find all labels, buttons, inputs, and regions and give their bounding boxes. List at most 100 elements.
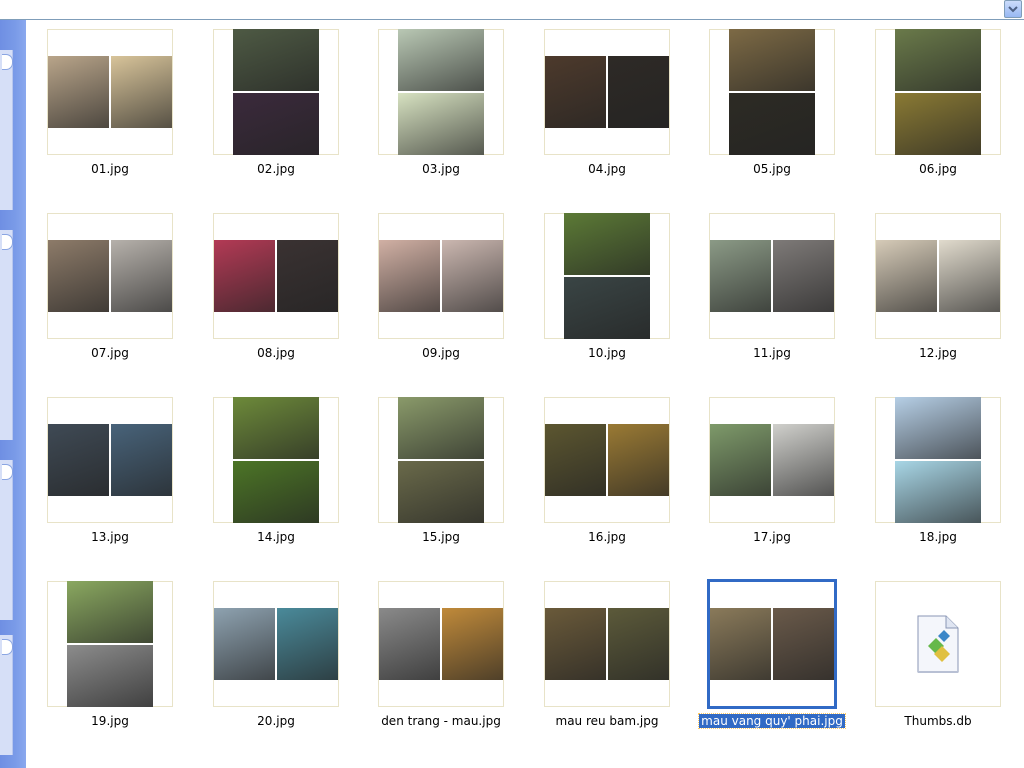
photo-panel bbox=[710, 608, 771, 680]
file-name-text: mau reu bam.jpg bbox=[555, 714, 659, 728]
thumbnail-frame[interactable] bbox=[378, 397, 504, 523]
file-name[interactable]: 09.jpg bbox=[357, 345, 525, 361]
file-item[interactable]: 15.jpg bbox=[357, 388, 517, 568]
photo-panel bbox=[398, 397, 484, 459]
file-name[interactable]: mau vang quy' phai.jpg bbox=[688, 713, 856, 729]
photo-panel bbox=[48, 56, 109, 128]
thumbnail-frame[interactable] bbox=[213, 29, 339, 155]
file-name[interactable]: 02.jpg bbox=[192, 161, 360, 177]
file-name[interactable]: 05.jpg bbox=[688, 161, 856, 177]
photo-panel bbox=[233, 461, 319, 523]
file-name[interactable]: Thumbs.db bbox=[854, 713, 1022, 729]
file-name[interactable]: 13.jpg bbox=[26, 529, 194, 545]
database-file-icon bbox=[917, 615, 959, 673]
file-name[interactable]: 04.jpg bbox=[523, 161, 691, 177]
thumbnail-frame[interactable] bbox=[875, 397, 1001, 523]
thumbnail-frame[interactable] bbox=[378, 29, 504, 155]
file-item[interactable]: mau reu bam.jpg bbox=[523, 572, 683, 752]
file-item[interactable]: 02.jpg bbox=[192, 20, 352, 200]
file-item[interactable]: 06.jpg bbox=[854, 20, 1014, 200]
thumbnail-frame[interactable] bbox=[709, 397, 835, 523]
photo-panel bbox=[545, 424, 606, 496]
photo-panel bbox=[398, 29, 484, 91]
file-name[interactable]: 06.jpg bbox=[854, 161, 1022, 177]
thumbnail-frame[interactable] bbox=[707, 579, 837, 709]
thumbnail-frame[interactable] bbox=[213, 397, 339, 523]
photo-thumbnail bbox=[895, 397, 981, 523]
photo-thumbnail bbox=[48, 424, 172, 496]
photo-panel bbox=[608, 56, 669, 128]
file-name-text: 02.jpg bbox=[257, 162, 295, 176]
file-name[interactable]: 12.jpg bbox=[854, 345, 1022, 361]
file-item[interactable]: 04.jpg bbox=[523, 20, 683, 200]
file-name[interactable]: 18.jpg bbox=[854, 529, 1022, 545]
thumbnail-frame[interactable] bbox=[47, 397, 173, 523]
file-name[interactable]: 16.jpg bbox=[523, 529, 691, 545]
file-item[interactable]: 05.jpg bbox=[688, 20, 848, 200]
file-name[interactable]: 07.jpg bbox=[26, 345, 194, 361]
file-item[interactable]: den trang - mau.jpg bbox=[357, 572, 517, 752]
file-name[interactable]: 11.jpg bbox=[688, 345, 856, 361]
file-name[interactable]: 20.jpg bbox=[192, 713, 360, 729]
thumbnail-frame[interactable] bbox=[544, 581, 670, 707]
thumbnail-frame[interactable] bbox=[544, 397, 670, 523]
file-item[interactable]: 18.jpg bbox=[854, 388, 1014, 568]
file-name-text: den trang - mau.jpg bbox=[381, 714, 501, 728]
photo-panel bbox=[773, 608, 834, 680]
file-item[interactable]: 03.jpg bbox=[357, 20, 517, 200]
thumbnail-frame[interactable] bbox=[213, 213, 339, 339]
thumbnail-frame[interactable] bbox=[378, 581, 504, 707]
thumbnail-frame[interactable] bbox=[544, 29, 670, 155]
file-item[interactable]: 16.jpg bbox=[523, 388, 683, 568]
file-name[interactable]: 03.jpg bbox=[357, 161, 525, 177]
file-item[interactable]: 01.jpg bbox=[26, 20, 186, 200]
photo-thumbnail bbox=[545, 608, 669, 680]
thumbnail-frame[interactable] bbox=[47, 213, 173, 339]
file-name[interactable]: 17.jpg bbox=[688, 529, 856, 545]
file-item[interactable]: 17.jpg bbox=[688, 388, 848, 568]
file-item[interactable]: 09.jpg bbox=[357, 204, 517, 384]
file-item[interactable]: 07.jpg bbox=[26, 204, 186, 384]
file-item[interactable]: 12.jpg bbox=[854, 204, 1014, 384]
thumbnail-frame[interactable] bbox=[378, 213, 504, 339]
thumbnail-frame[interactable] bbox=[709, 29, 835, 155]
photo-panel bbox=[773, 424, 834, 496]
file-name[interactable]: den trang - mau.jpg bbox=[357, 713, 525, 729]
file-item[interactable]: 20.jpg bbox=[192, 572, 352, 752]
photo-thumbnail bbox=[895, 29, 981, 155]
file-name[interactable]: 15.jpg bbox=[357, 529, 525, 545]
address-dropdown-button[interactable] bbox=[1004, 0, 1022, 18]
thumbnail-frame[interactable] bbox=[213, 581, 339, 707]
photo-thumbnail bbox=[379, 240, 503, 312]
file-item[interactable]: 11.jpg bbox=[688, 204, 848, 384]
file-name[interactable]: mau reu bam.jpg bbox=[523, 713, 691, 729]
photo-panel bbox=[214, 608, 275, 680]
file-name[interactable]: 01.jpg bbox=[26, 161, 194, 177]
thumbnail-frame[interactable] bbox=[47, 581, 173, 707]
file-item[interactable]: mau vang quy' phai.jpg bbox=[688, 572, 848, 752]
file-item[interactable]: 19.jpg bbox=[26, 572, 186, 752]
file-name-text: 10.jpg bbox=[588, 346, 626, 360]
file-name-text: 01.jpg bbox=[91, 162, 129, 176]
photo-thumbnail bbox=[545, 424, 669, 496]
file-name-text: 15.jpg bbox=[422, 530, 460, 544]
thumbnail-frame[interactable] bbox=[875, 581, 1001, 707]
chevron-down-icon bbox=[1008, 6, 1018, 13]
file-item[interactable]: 14.jpg bbox=[192, 388, 352, 568]
photo-thumbnail bbox=[564, 213, 650, 339]
file-name[interactable]: 14.jpg bbox=[192, 529, 360, 545]
thumbnail-frame[interactable] bbox=[875, 29, 1001, 155]
file-name[interactable]: 08.jpg bbox=[192, 345, 360, 361]
photo-thumbnail bbox=[233, 397, 319, 523]
file-item[interactable]: 10.jpg bbox=[523, 204, 683, 384]
thumbnail-frame[interactable] bbox=[709, 213, 835, 339]
file-name[interactable]: 19.jpg bbox=[26, 713, 194, 729]
thumbnail-frame[interactable] bbox=[544, 213, 670, 339]
photo-panel bbox=[876, 240, 937, 312]
file-item[interactable]: 13.jpg bbox=[26, 388, 186, 568]
thumbnail-frame[interactable] bbox=[875, 213, 1001, 339]
file-name[interactable]: 10.jpg bbox=[523, 345, 691, 361]
file-item[interactable]: 08.jpg bbox=[192, 204, 352, 384]
thumbnail-frame[interactable] bbox=[47, 29, 173, 155]
file-item[interactable]: Thumbs.db bbox=[854, 572, 1014, 752]
